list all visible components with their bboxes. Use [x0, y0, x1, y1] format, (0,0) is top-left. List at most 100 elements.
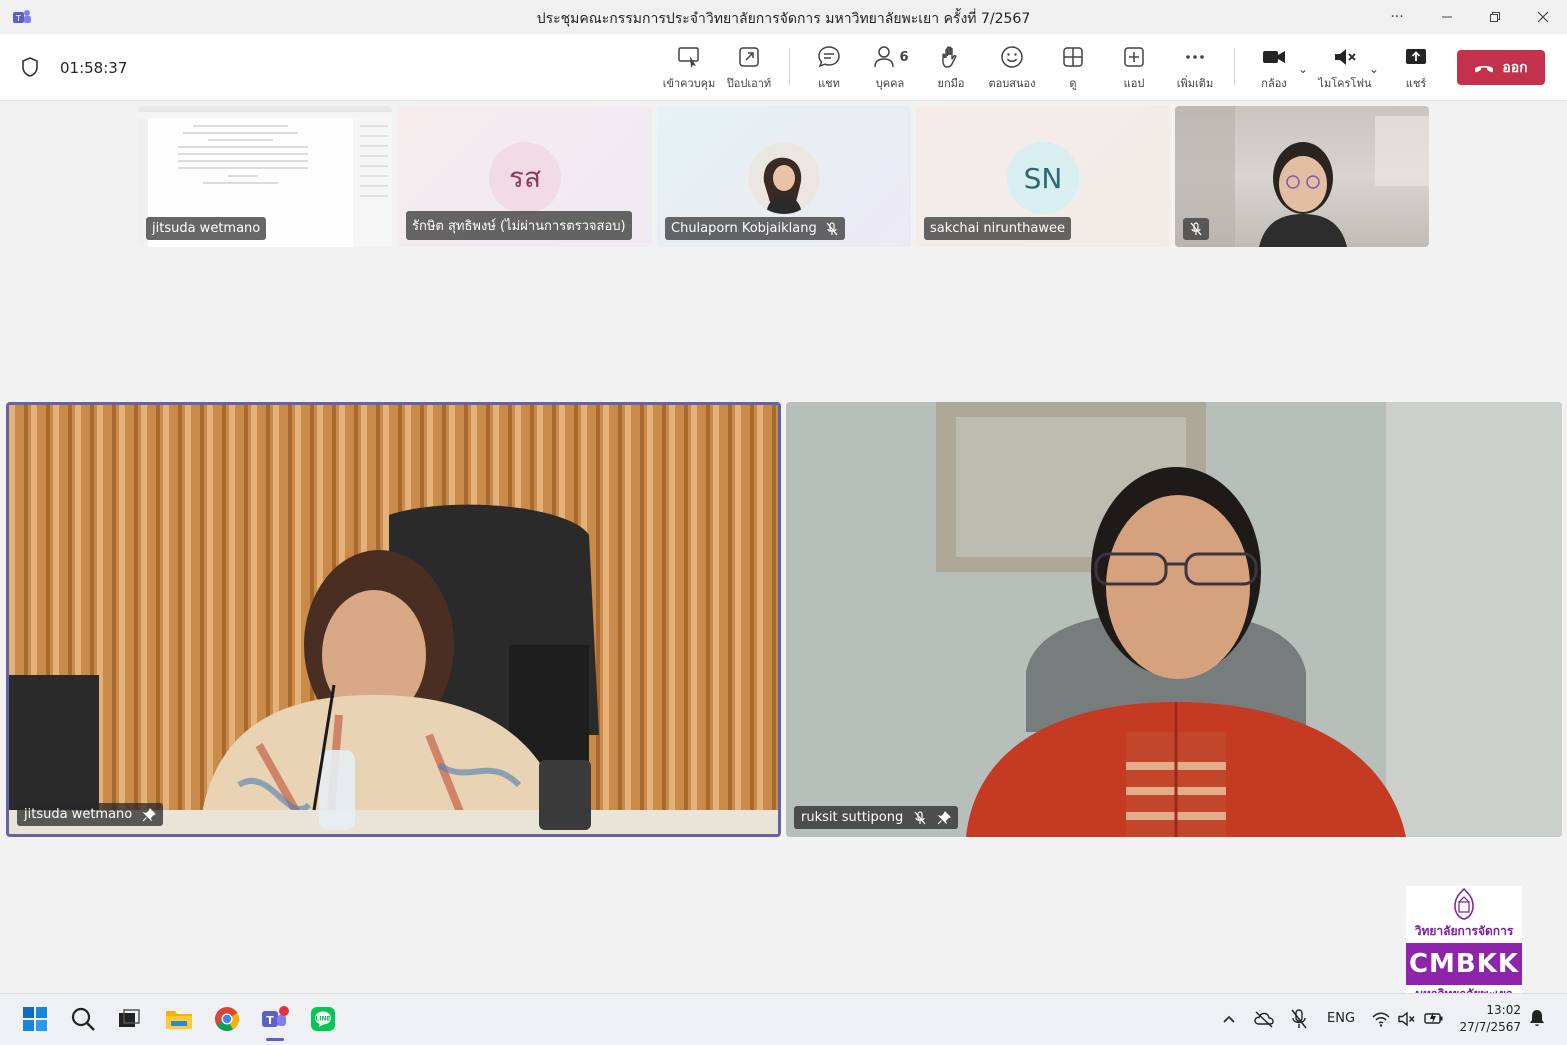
camera-label: กล้อง — [1261, 77, 1287, 90]
windows-taskbar: T LINE ENG 13:02 27/7/2567 — [0, 993, 1567, 1045]
close-icon — [1537, 11, 1549, 23]
react-button[interactable]: ตอบสนอง — [979, 44, 1045, 94]
mic-options-chevron-icon[interactable]: ⌄ — [1369, 62, 1379, 76]
search-button[interactable] — [68, 1004, 98, 1034]
participant-video-feed — [786, 402, 1562, 837]
more-label: เพิ่มเติม — [1176, 77, 1214, 90]
chrome-button[interactable] — [212, 1004, 242, 1034]
people-count-badge: 6 — [899, 49, 909, 65]
participant-video-feed — [1175, 106, 1429, 247]
teams-taskbar-button[interactable]: T — [260, 1004, 290, 1034]
participant-name-tag — [1183, 218, 1209, 240]
minimize-icon — [1442, 16, 1452, 18]
camera-options-chevron-icon[interactable]: ⌄ — [1298, 62, 1308, 76]
more-button[interactable]: เพิ่มเติม — [1162, 44, 1228, 94]
mic-off-icon — [914, 810, 926, 824]
college-logo: วิทยาลัยการจัดการ CMBKK มหาวิทยาลัยพะเยา — [1406, 886, 1522, 1001]
participant-name-tag: jitsuda wetmano — [146, 217, 267, 240]
avatar: SN — [1007, 142, 1079, 214]
raise-hand-label: ยกมือ — [937, 77, 965, 90]
cloud-offline-icon[interactable] — [1254, 1010, 1274, 1028]
participant-name-tag: sakchai nirunthawee — [924, 217, 1071, 240]
close-button[interactable] — [1520, 0, 1566, 34]
svg-text:T: T — [266, 1014, 274, 1027]
speaker-mute-icon — [1335, 49, 1356, 65]
pin-icon[interactable] — [142, 807, 157, 822]
start-button[interactable] — [20, 1004, 50, 1034]
line-app-button[interactable]: LINE — [308, 1004, 338, 1034]
task-view-icon — [119, 1009, 140, 1027]
minimize-button[interactable] — [1424, 0, 1470, 34]
active-app-indicator — [266, 1038, 284, 1041]
show-hidden-icons-chevron-icon[interactable] — [1221, 1012, 1237, 1026]
react-label: ตอบสนอง — [988, 77, 1036, 90]
participant-name-tag: Chulaporn Kobjaiklang — [665, 217, 845, 240]
participant-name-tag: รักษิต สุทธิพงษ์ (ไม่ผ่านการตรวจสอบ) — [406, 211, 632, 240]
people-icon — [874, 46, 895, 68]
toolbar-divider — [1234, 48, 1235, 86]
pin-icon[interactable] — [937, 810, 952, 825]
clock-time: 13:02 — [1486, 1003, 1521, 1017]
mic-off-icon — [1190, 222, 1202, 236]
main-video-tile-left[interactable]: jitsuda wetmano — [6, 402, 781, 837]
participant-thumb-video[interactable] — [1175, 106, 1429, 247]
search-icon — [71, 1007, 95, 1031]
logo-line-1: วิทยาลัยการจัดการ — [1414, 924, 1514, 938]
people-label: บุคคล — [875, 77, 905, 90]
chrome-icon — [215, 1007, 240, 1032]
meeting-timer: 01:58:37 — [60, 59, 128, 77]
participant-thumb-avatar[interactable]: รส รักษิต สุทธิพงษ์ (ไม่ผ่านการตรวจสอบ) — [398, 106, 652, 247]
toolbar-divider — [789, 48, 790, 86]
view-icon — [1063, 47, 1083, 67]
popout-label: ป๊อปเอาท์ — [726, 77, 772, 90]
shield-icon[interactable] — [20, 56, 40, 78]
take-control-button[interactable]: เข้าควบคุม — [656, 44, 722, 94]
participant-thumb-screen-share[interactable]: jitsuda wetmano — [138, 106, 392, 247]
participant-thumb-avatar[interactable]: SN sakchai nirunthawee — [916, 106, 1170, 247]
participant-name: jitsuda wetmano — [24, 807, 133, 822]
more-options-button[interactable]: ··· — [1374, 0, 1420, 34]
main-video-tile-right[interactable]: ruksit suttipong — [786, 402, 1562, 837]
volume-muted-icon[interactable] — [1398, 1011, 1416, 1027]
popout-button[interactable]: ป๊อปเอาท์ — [716, 44, 782, 94]
chat-icon — [818, 46, 840, 68]
share-button[interactable]: แชร์ — [1383, 44, 1449, 94]
mic-off-icon — [826, 221, 838, 235]
phone-hangup-icon — [1475, 65, 1494, 72]
participant-name: jitsuda wetmano — [152, 221, 261, 236]
participant-name-tag: jitsuda wetmano — [17, 803, 164, 826]
apps-label: แอป — [1123, 77, 1145, 90]
take-control-label: เข้าควบคุม — [662, 77, 716, 90]
system-clock[interactable]: 13:02 27/7/2567 — [1459, 1002, 1521, 1036]
participant-name: ruksit suttipong — [801, 810, 904, 825]
leave-button[interactable]: ออก — [1457, 50, 1545, 85]
file-explorer-button[interactable] — [164, 1004, 194, 1034]
camera-icon — [1263, 51, 1285, 63]
clock-date: 27/7/2567 — [1459, 1020, 1521, 1034]
apps-button[interactable]: แอป — [1101, 44, 1167, 94]
view-label: ดู — [1069, 77, 1077, 90]
notification-bell-icon[interactable] — [1529, 1009, 1545, 1027]
raise-hand-icon — [942, 46, 957, 68]
task-view-button[interactable] — [114, 1004, 144, 1034]
microphone-muted-icon[interactable] — [1290, 1009, 1308, 1029]
wifi-icon[interactable] — [1372, 1011, 1390, 1027]
share-icon — [1406, 49, 1426, 64]
react-icon — [1001, 46, 1023, 68]
participant-thumb-photo[interactable]: Chulaporn Kobjaiklang — [657, 106, 911, 247]
people-button[interactable]: 6 บุคคล — [857, 44, 923, 94]
take-control-icon — [678, 47, 699, 68]
raise-hand-button[interactable]: ยกมือ — [918, 44, 984, 94]
line-app-icon: LINE — [311, 1007, 335, 1031]
windows-start-icon — [23, 1007, 47, 1031]
leave-label: ออก — [1502, 59, 1528, 76]
battery-charging-icon[interactable] — [1424, 1010, 1444, 1026]
restore-button[interactable] — [1472, 0, 1518, 34]
title-bar: T ประชุมคณะกรรมการประจำวิทยาลัยการจัดการ… — [0, 0, 1567, 34]
chat-button[interactable]: แชท — [796, 44, 862, 94]
avatar: รส — [489, 142, 561, 214]
view-button[interactable]: ดู — [1040, 44, 1106, 94]
input-language-indicator[interactable]: ENG — [1327, 1011, 1355, 1026]
participant-name-tag: ruksit suttipong — [794, 806, 959, 829]
folder-icon — [166, 1011, 192, 1029]
